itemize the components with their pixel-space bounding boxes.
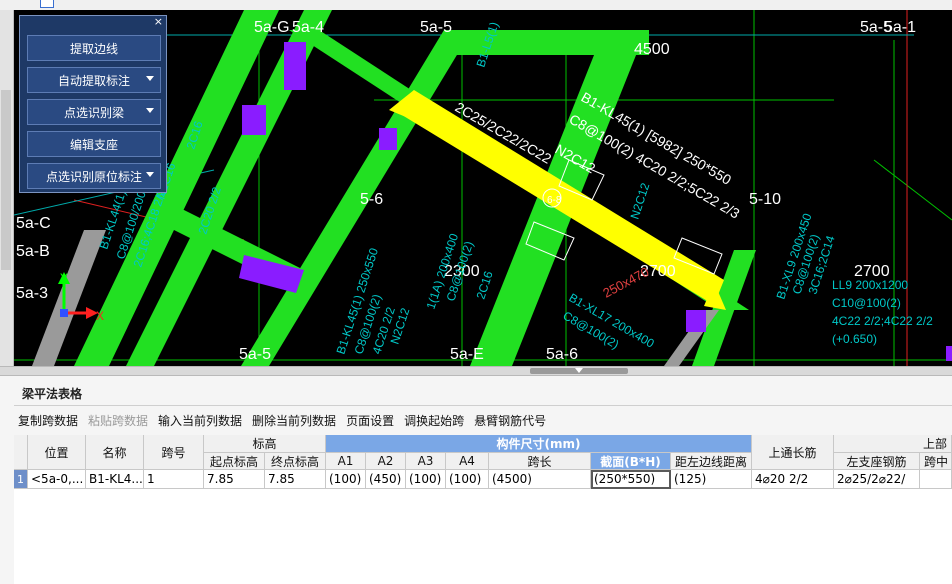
recognition-panel: × 提取边线 自动提取标注 点选识别梁 编辑支座 点选识别原位标注 xyxy=(19,15,167,193)
splitter-grip[interactable] xyxy=(530,368,628,374)
header-span[interactable]: 跨号 xyxy=(144,435,204,470)
close-icon[interactable]: × xyxy=(154,16,163,28)
beam-annotation: 250x470 xyxy=(600,264,651,301)
cell-left-support[interactable]: 2⌀25/2⌀22/ xyxy=(834,470,920,489)
grid-label: 5a-5 xyxy=(420,19,452,36)
beam-table-section: 梁平法表格 复制跨数据 粘贴跨数据 输入当前列数据 删除当前列数据 页面设置 调… xyxy=(0,376,952,584)
table-toolbar: 复制跨数据 粘贴跨数据 输入当前列数据 删除当前列数据 页面设置 调换起始跨 悬… xyxy=(14,406,952,434)
header-section[interactable]: 截面(B*H) xyxy=(591,453,671,470)
beam-annotation: C10@100(2) xyxy=(832,296,901,310)
scroll-thumb[interactable] xyxy=(1,90,11,270)
header-top-group: 上部 xyxy=(834,435,952,453)
checkbox[interactable] xyxy=(40,0,54,8)
dropdown-arrow-icon[interactable] xyxy=(146,172,154,177)
header-position[interactable]: 位置 xyxy=(28,435,86,470)
extract-edge-button[interactable]: 提取边线 xyxy=(27,35,161,61)
cell-position[interactable]: <5a-0,... xyxy=(28,470,86,489)
axis-x-label: X xyxy=(96,309,104,323)
dropdown-arrow-icon[interactable] xyxy=(146,108,154,113)
beams xyxy=(74,10,756,366)
cell-a4[interactable]: (100) xyxy=(446,470,489,489)
grid-label: 5a-4 xyxy=(292,19,324,36)
grid-label: 5a-C xyxy=(16,215,51,232)
grid-label: 5a-E xyxy=(450,346,484,363)
header-a4[interactable]: A4 xyxy=(446,453,489,470)
button-label: 自动提取标注 xyxy=(57,73,130,88)
grid-label: 5a-3 xyxy=(16,285,48,302)
header-a3[interactable]: A3 xyxy=(406,453,446,470)
paste-span-data-button[interactable]: 粘贴跨数据 xyxy=(88,412,148,429)
corner-cell xyxy=(14,435,28,470)
cell-top-through[interactable]: 4⌀20 2/2 xyxy=(752,470,834,489)
delete-column-data-button[interactable]: 删除当前列数据 xyxy=(252,412,336,429)
cell-span-length[interactable]: (4500) xyxy=(489,470,591,489)
cell-end-elev[interactable]: 7.85 xyxy=(265,470,326,489)
beam-annotation: (+0.650) xyxy=(832,332,877,346)
grid-label: 5-6 xyxy=(360,191,383,208)
header-start-elev[interactable]: 起点标高 xyxy=(204,453,265,470)
button-label: 点选识别原位标注 xyxy=(45,169,142,184)
header-left-support[interactable]: 左支座钢筋 xyxy=(834,453,920,470)
page-setup-button[interactable]: 页面设置 xyxy=(346,412,394,429)
header-end-elev[interactable]: 终点标高 xyxy=(265,453,326,470)
input-column-data-button[interactable]: 输入当前列数据 xyxy=(158,412,242,429)
header-edge-dist[interactable]: 距左边线距离 xyxy=(671,453,752,470)
grid-label: 5a-1 xyxy=(884,19,916,36)
button-label: 编辑支座 xyxy=(69,137,118,152)
header-elevation: 标高 xyxy=(204,435,326,453)
pick-identify-inplace-label-button[interactable]: 点选识别原位标注 xyxy=(27,163,161,189)
left-scrollbar[interactable] xyxy=(0,10,14,366)
cell-a1[interactable]: (100) xyxy=(326,470,366,489)
cell-span-mid[interactable] xyxy=(920,470,952,489)
grid-label: 5a-G xyxy=(254,19,290,36)
button-label: 点选识别梁 xyxy=(63,105,124,120)
cell-section[interactable]: (250*550) xyxy=(591,470,671,489)
header-span-length[interactable]: 跨长 xyxy=(489,453,591,470)
dropdown-arrow-icon[interactable] xyxy=(146,76,154,81)
pick-identify-beam-button[interactable]: 点选识别梁 xyxy=(27,99,161,125)
button-label: 提取边线 xyxy=(69,41,118,56)
grid-label: 5a-5 xyxy=(239,346,271,363)
header-a2[interactable]: A2 xyxy=(366,453,406,470)
grid-label: 5a-6 xyxy=(546,346,578,363)
panel-splitter[interactable] xyxy=(0,366,952,376)
row-number[interactable]: 1 xyxy=(14,470,28,489)
dimension-label: 4500 xyxy=(634,41,670,58)
beam-annotation: 6-8 xyxy=(547,195,562,206)
section-title: 梁平法表格 xyxy=(22,387,83,401)
header-component-size: 构件尺寸(mm) xyxy=(326,435,752,453)
auto-extract-label-button[interactable]: 自动提取标注 xyxy=(27,67,161,93)
top-strip xyxy=(0,0,952,10)
cell-name[interactable]: B1-KL4... xyxy=(86,470,144,489)
beam-annotation: LL9 200x1200 xyxy=(832,278,908,292)
header-top-through[interactable]: 上通长筋 xyxy=(752,435,834,470)
beam-annotation: 4C22 2/2;4C22 2/2 xyxy=(832,314,933,328)
cell-edge-dist[interactable]: (125) xyxy=(671,470,752,489)
copy-span-data-button[interactable]: 复制跨数据 xyxy=(18,412,78,429)
beam-annotation: N2C12 xyxy=(628,181,653,221)
beam-table: 位置 名称 跨号 标高 构件尺寸(mm) 上通长筋 上部 起点标高 终点标高 A… xyxy=(14,435,952,584)
cantilever-rebar-code-button[interactable]: 悬臂钢筋代号 xyxy=(474,412,546,429)
collapse-arrow-icon[interactable] xyxy=(575,368,583,373)
edit-support-button[interactable]: 编辑支座 xyxy=(27,131,161,157)
header-span-mid[interactable]: 跨中 xyxy=(920,453,952,470)
cell-a3[interactable]: (100) xyxy=(406,470,446,489)
cell-span[interactable]: 1 xyxy=(144,470,204,489)
header-a1[interactable]: A1 xyxy=(326,453,366,470)
grid-label: 5a-B xyxy=(16,243,50,260)
header-name[interactable]: 名称 xyxy=(86,435,144,470)
cell-start-elev[interactable]: 7.85 xyxy=(204,470,265,489)
red-lines xyxy=(73,10,908,366)
axis-y-label: Y xyxy=(60,271,68,285)
swap-start-span-button[interactable]: 调换起始跨 xyxy=(404,412,464,429)
grid-label: 5-10 xyxy=(749,191,781,208)
cell-a2[interactable]: (450) xyxy=(366,470,406,489)
